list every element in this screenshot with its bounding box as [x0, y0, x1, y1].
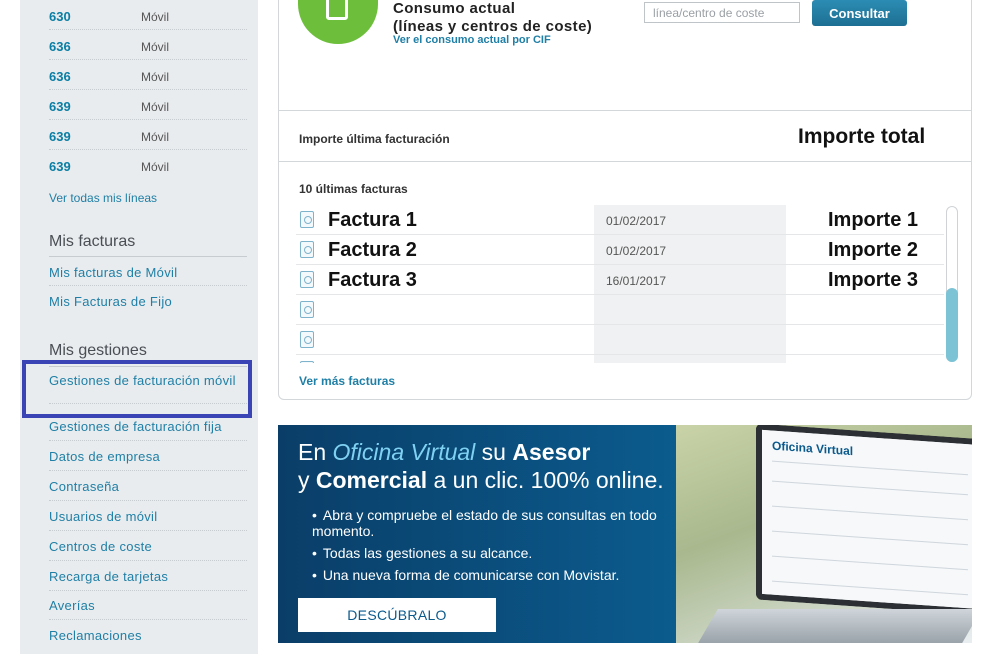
consultar-button[interactable]: Consultar	[812, 0, 907, 26]
pdf-icon[interactable]	[300, 211, 314, 228]
invoice-amount: Importe 1	[828, 209, 919, 231]
pdf-icon[interactable]	[300, 241, 314, 258]
nav-contrasena[interactable]: Contraseña	[49, 471, 247, 501]
line-type: Móvil	[141, 40, 170, 54]
linea-centro-search-input[interactable]	[644, 2, 800, 23]
nav-usuarios-movil[interactable]: Usuarios de móvil	[49, 501, 247, 531]
line-number[interactable]: 636	[49, 69, 71, 84]
highlight-box	[22, 360, 252, 418]
invoice-row[interactable]: Factura 3 16/01/2017 Importe 3	[296, 265, 944, 295]
invoice-row[interactable]	[296, 295, 944, 325]
invoice-row[interactable]: Factura 2 01/02/2017 Importe 2	[296, 235, 944, 265]
mis-facturas-heading: Mis facturas	[49, 233, 136, 250]
line-item[interactable]: 639 Móvil	[49, 150, 247, 180]
screen-row	[772, 460, 968, 476]
line-number[interactable]: 636	[49, 39, 71, 54]
screen-row	[772, 555, 968, 571]
bullet-icon: •	[312, 545, 317, 561]
banner-headline-line2: y Comercial a un clic. 100% online.	[298, 467, 664, 494]
pdf-icon[interactable]	[300, 361, 314, 363]
line-type: Móvil	[141, 130, 170, 144]
pdf-icon[interactable]	[300, 301, 314, 318]
banner-text: su	[475, 439, 513, 465]
nav-averias[interactable]: Averías	[49, 590, 247, 620]
invoice-amount: Importe 2	[828, 239, 919, 261]
invoice-name[interactable]: Factura 3	[328, 269, 417, 292]
nav-centros-coste[interactable]: Centros de coste	[49, 531, 247, 561]
pdf-icon[interactable]	[300, 331, 314, 348]
invoice-date: 16/01/2017	[606, 274, 667, 288]
pdf-icon[interactable]	[300, 271, 314, 288]
sidebar: 630 Móvil 636 Móvil 636 Móvil 639 Móvil …	[20, 0, 258, 654]
line-type: Móvil	[141, 160, 170, 174]
banner-bullet-text: Abra y compruebe el estado de sus consul…	[312, 507, 657, 539]
banner-bullet-text: Una nueva forma de comunicarse con Movis…	[322, 567, 620, 583]
banner-bullet: • Abra y compruebe el estado de sus consu…	[312, 507, 672, 539]
invoice-name[interactable]: Factura 2	[328, 239, 417, 262]
invoice-name[interactable]: Factura 1	[328, 209, 417, 232]
banner-comercial: Comercial	[315, 467, 428, 493]
ver-mas-facturas-link[interactable]: Ver más facturas	[299, 374, 395, 388]
banner-headline-line1: En Oficina Virtual su Asesor	[298, 439, 590, 466]
laptop-screen: Oficina Virtual	[756, 425, 972, 615]
invoice-row[interactable]	[296, 325, 944, 355]
laptop-keyboard	[698, 609, 972, 643]
invoice-row[interactable]	[296, 355, 944, 363]
mis-gestiones-heading: Mis gestiones	[49, 342, 147, 359]
screen-row	[772, 505, 968, 521]
consumo-title: Consumo actual (líneas y centros de cost…	[393, 0, 592, 36]
consumo-title-line1: Consumo actual	[393, 0, 516, 17]
nav-facturas-fijo[interactable]: Mis Facturas de Fijo	[49, 286, 247, 316]
bullet-icon: •	[312, 507, 317, 523]
importe-ultima-label: Importe última facturación	[299, 132, 450, 146]
document-icon	[326, 0, 348, 20]
bullet-icon: •	[312, 567, 317, 583]
banner-text: a un clic. 100% online.	[427, 467, 664, 493]
line-item[interactable]: 639 Móvil	[49, 120, 247, 150]
divider	[279, 110, 971, 111]
banner-oficina-virtual: Oficina Virtual	[332, 439, 476, 465]
consumo-cif-link[interactable]: Ver el consumo actual por CIF	[393, 34, 551, 46]
banner-asesor: Asesor	[512, 439, 591, 465]
line-number[interactable]: 639	[49, 99, 71, 114]
line-item[interactable]: 636 Móvil	[49, 60, 247, 90]
line-item[interactable]: 630 Móvil	[49, 0, 247, 30]
nav-recarga-tarjetas[interactable]: Recarga de tarjetas	[49, 561, 247, 591]
banner-bullets: • Abra y compruebe el estado de sus consu…	[312, 507, 672, 589]
importe-total: Importe total	[798, 125, 926, 148]
invoice-date: 01/02/2017	[606, 214, 667, 228]
screen-row	[772, 580, 968, 596]
invoice-date: 01/02/2017	[606, 244, 667, 258]
invoice-list: Factura 1 01/02/2017 Importe 1 Factura 2…	[296, 205, 944, 363]
oficina-virtual-banner[interactable]: En Oficina Virtual su Asesor y Comercial…	[278, 425, 972, 643]
line-item[interactable]: 636 Móvil	[49, 30, 247, 60]
line-type: Móvil	[141, 10, 170, 24]
banner-bullet: • Una nueva forma de comunicarse con Movi…	[312, 567, 672, 583]
line-number[interactable]: 639	[49, 159, 71, 174]
banner-bullet: • Todas las gestiones a su alcance.	[312, 545, 672, 561]
laptop-screen-title: Oficina Virtual	[772, 438, 854, 459]
nav-datos-empresa[interactable]: Datos de empresa	[49, 441, 247, 471]
invoice-scrollbar-thumb[interactable]	[946, 288, 958, 362]
banner-text: y	[298, 467, 316, 493]
screen-row	[772, 480, 968, 496]
invoice-amount: Importe 3	[828, 269, 919, 291]
line-type: Móvil	[141, 100, 170, 114]
ultimas-facturas-label: 10 últimas facturas	[299, 182, 408, 196]
line-number[interactable]: 630	[49, 9, 71, 24]
screen-row	[772, 530, 968, 546]
divider	[279, 161, 971, 162]
line-item[interactable]: 639 Móvil	[49, 90, 247, 120]
descubralo-button[interactable]: DESCÚBRALO	[298, 598, 496, 632]
line-type: Móvil	[141, 70, 170, 84]
banner-text: En	[298, 439, 333, 465]
invoice-row[interactable]: Factura 1 01/02/2017 Importe 1	[296, 205, 944, 235]
ver-todas-lineas-link[interactable]: Ver todas mis líneas	[49, 191, 157, 205]
nav-facturas-movil[interactable]: Mis facturas de Móvil	[49, 256, 247, 286]
nav-reclamaciones[interactable]: Reclamaciones	[49, 620, 247, 650]
banner-bullet-text: Todas las gestiones a su alcance.	[322, 545, 533, 561]
line-number[interactable]: 639	[49, 129, 71, 144]
